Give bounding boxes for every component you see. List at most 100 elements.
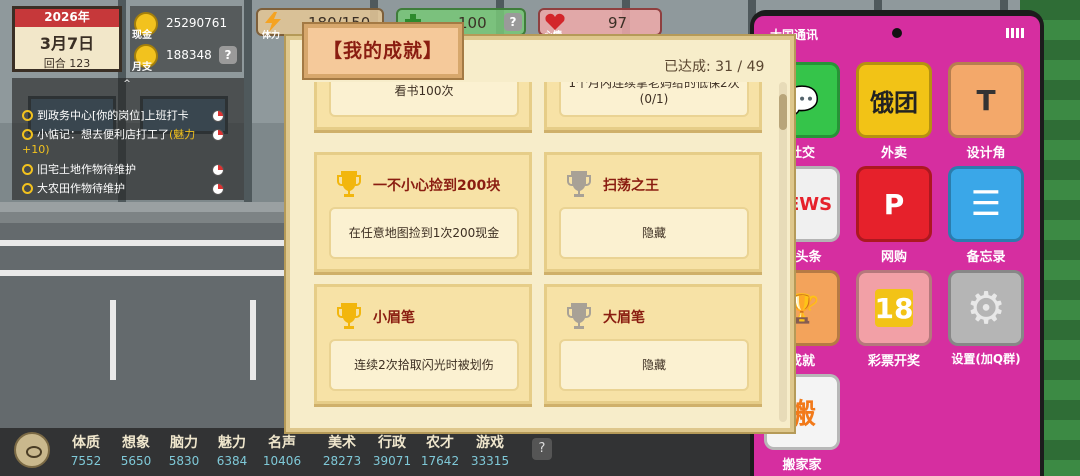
camera-icon: [892, 28, 902, 38]
achievement-name: 扫荡之王: [603, 178, 659, 194]
calendar-date: 3月7日: [39, 34, 95, 53]
lane-marking: [250, 300, 256, 380]
mood-stat[interactable]: 心情 97: [538, 8, 662, 41]
task-collapse-button[interactable]: ^: [120, 79, 134, 89]
task-progress-icon: [212, 129, 224, 141]
attribute-art: 美术 28273: [318, 432, 366, 468]
calendar[interactable]: 2026年 3月7日 回合 123: [12, 6, 122, 72]
list-icon: ☰: [948, 166, 1024, 242]
achievement-card[interactable]: 看书100次: [314, 82, 532, 130]
attribute-value: 6384: [216, 454, 248, 468]
attribute-name: 行政: [378, 435, 406, 451]
attribute-physique: 体质 7552: [62, 432, 110, 468]
achievement-desc: 隐藏: [559, 339, 749, 391]
attribute-value: 10406: [262, 454, 302, 468]
achievement-card[interactable]: 一不小心捡到200块 在任意地图捡到1次200现金: [314, 152, 532, 272]
attribute-fame: 名声 10406: [258, 432, 306, 468]
app-label: 搬家家: [782, 458, 822, 473]
attribute-farming: 农才 17642: [416, 432, 464, 468]
trophy-gray-icon: [565, 301, 593, 331]
achievement-name: 一不小心捡到200块: [373, 178, 501, 194]
app-design[interactable]: T 设计角: [948, 62, 1024, 161]
cash-row: 现金 25290761: [130, 10, 242, 41]
achievement-grid[interactable]: 看书100次 1个月内连续拿老妈给的低保2次 (0/1) 一不小心捡到200块 …: [302, 82, 774, 424]
achievement-card[interactable]: 1个月内连续拿老妈给的低保2次 (0/1): [544, 82, 762, 130]
achievement-name: 大眉笔: [603, 310, 645, 326]
energy-label: 体力: [262, 31, 281, 41]
text-tool-icon: T: [948, 62, 1024, 138]
attribute-name: 名声: [268, 435, 296, 451]
lane-marking: [110, 300, 116, 380]
achievement-desc: 隐藏: [559, 207, 749, 259]
app-glyph: 18: [875, 289, 913, 327]
cash-value: 25290761: [166, 16, 228, 30]
task-radio-icon: [22, 129, 33, 140]
shopping-icon: P: [856, 166, 932, 242]
app-label: 彩票开奖: [867, 354, 920, 369]
attribute-value: 33315: [470, 454, 510, 468]
achievement-desc: 连续2次拾取闪光时被划伤: [329, 339, 519, 391]
app-delivery[interactable]: 饿团 外卖: [856, 62, 932, 161]
attribute-value: 17642: [420, 454, 460, 468]
achievement-progress: 已达成: 31 / 49: [664, 56, 764, 76]
monthly-help-button[interactable]: ?: [219, 46, 237, 64]
phone-screen: 大国通讯 💬 社交 饿团 外卖 T 设计角 NEWS 日头条 P 网购 ☰ 备忘…: [754, 16, 1040, 476]
task-item[interactable]: 大农田作物待维护: [22, 181, 222, 196]
task-radio-icon: [22, 110, 33, 121]
app-label: 设置(加Q群): [951, 352, 1021, 366]
attribute-value: 5650: [120, 454, 152, 468]
modal-scroll-thumb[interactable]: [779, 94, 787, 130]
gear-icon: ⚙: [948, 270, 1024, 346]
trophy-gold-icon: [335, 169, 363, 199]
signal-icon: [1006, 28, 1024, 38]
calendar-year: 2026年: [15, 9, 119, 27]
lane-marking: [0, 270, 300, 276]
task-radio-icon: [22, 183, 33, 194]
cash-label: 现金: [132, 30, 152, 41]
health-help-button[interactable]: ?: [504, 13, 522, 31]
achievement-header: 小眉笔: [317, 295, 529, 335]
app-lottery[interactable]: 18 彩票开奖: [856, 270, 932, 369]
attribute-brainpower: 脑力 5830: [160, 432, 208, 468]
task-progress-icon: [212, 164, 224, 176]
monthly-label: 月支: [132, 62, 152, 73]
app-glyph: T: [976, 83, 996, 117]
achievement-card[interactable]: 大眉笔 隐藏: [544, 284, 762, 404]
app-label: 外卖: [880, 146, 907, 161]
lane-marking: [0, 240, 300, 246]
attribute-name: 想象: [122, 435, 150, 451]
attribute-value: 7552: [70, 454, 102, 468]
app-label: 网购: [880, 250, 907, 265]
trophy-gray-icon: [565, 169, 593, 199]
app-glyph: ⚙: [966, 282, 1006, 334]
achievement-desc: 看书100次: [329, 82, 519, 117]
achievement-card[interactable]: 小眉笔 连续2次拾取闪光时被划伤: [314, 284, 532, 404]
attribute-gaming: 游戏 33315: [466, 432, 514, 468]
achievement-header: 扫荡之王: [547, 163, 759, 203]
app-memo[interactable]: ☰ 备忘录: [948, 166, 1024, 265]
task-item[interactable]: 旧宅土地作物待维护: [22, 162, 222, 177]
achievement-name: 小眉笔: [373, 310, 415, 326]
attribute-admin: 行政 39071: [368, 432, 416, 468]
attributes-help-button[interactable]: ?: [532, 438, 552, 460]
attribute-value: 28273: [322, 454, 362, 468]
health-value: 100: [458, 14, 487, 32]
task-item[interactable]: 小惦记：想去便利店打工了(魅力+10): [22, 127, 222, 157]
app-settings[interactable]: ⚙ 设置(加Q群): [948, 270, 1024, 367]
calendar-round: 回合 123: [43, 57, 91, 70]
app-label: 备忘录: [966, 250, 1006, 265]
task-item[interactable]: 到政务中心[你的岗位]上班打卡: [22, 108, 222, 123]
app-shopping[interactable]: P 网购: [856, 166, 932, 265]
app-label: 设计角: [966, 146, 1006, 161]
eye-toggle-button[interactable]: [14, 432, 50, 468]
app-glyph: P: [883, 187, 905, 221]
mood-value: 97: [608, 14, 628, 32]
attribute-value: 5830: [168, 454, 200, 468]
achievement-card[interactable]: 扫荡之王 隐藏: [544, 152, 762, 272]
task-radio-icon: [22, 164, 33, 175]
achievement-desc: 在任意地图捡到1次200现金: [329, 207, 519, 259]
modal-scrollbar[interactable]: [779, 82, 787, 422]
delivery-icon: 饿团: [856, 62, 932, 138]
achievement-header: 一不小心捡到200块: [317, 163, 529, 203]
attribute-imagination: 想象 5650: [112, 432, 160, 468]
